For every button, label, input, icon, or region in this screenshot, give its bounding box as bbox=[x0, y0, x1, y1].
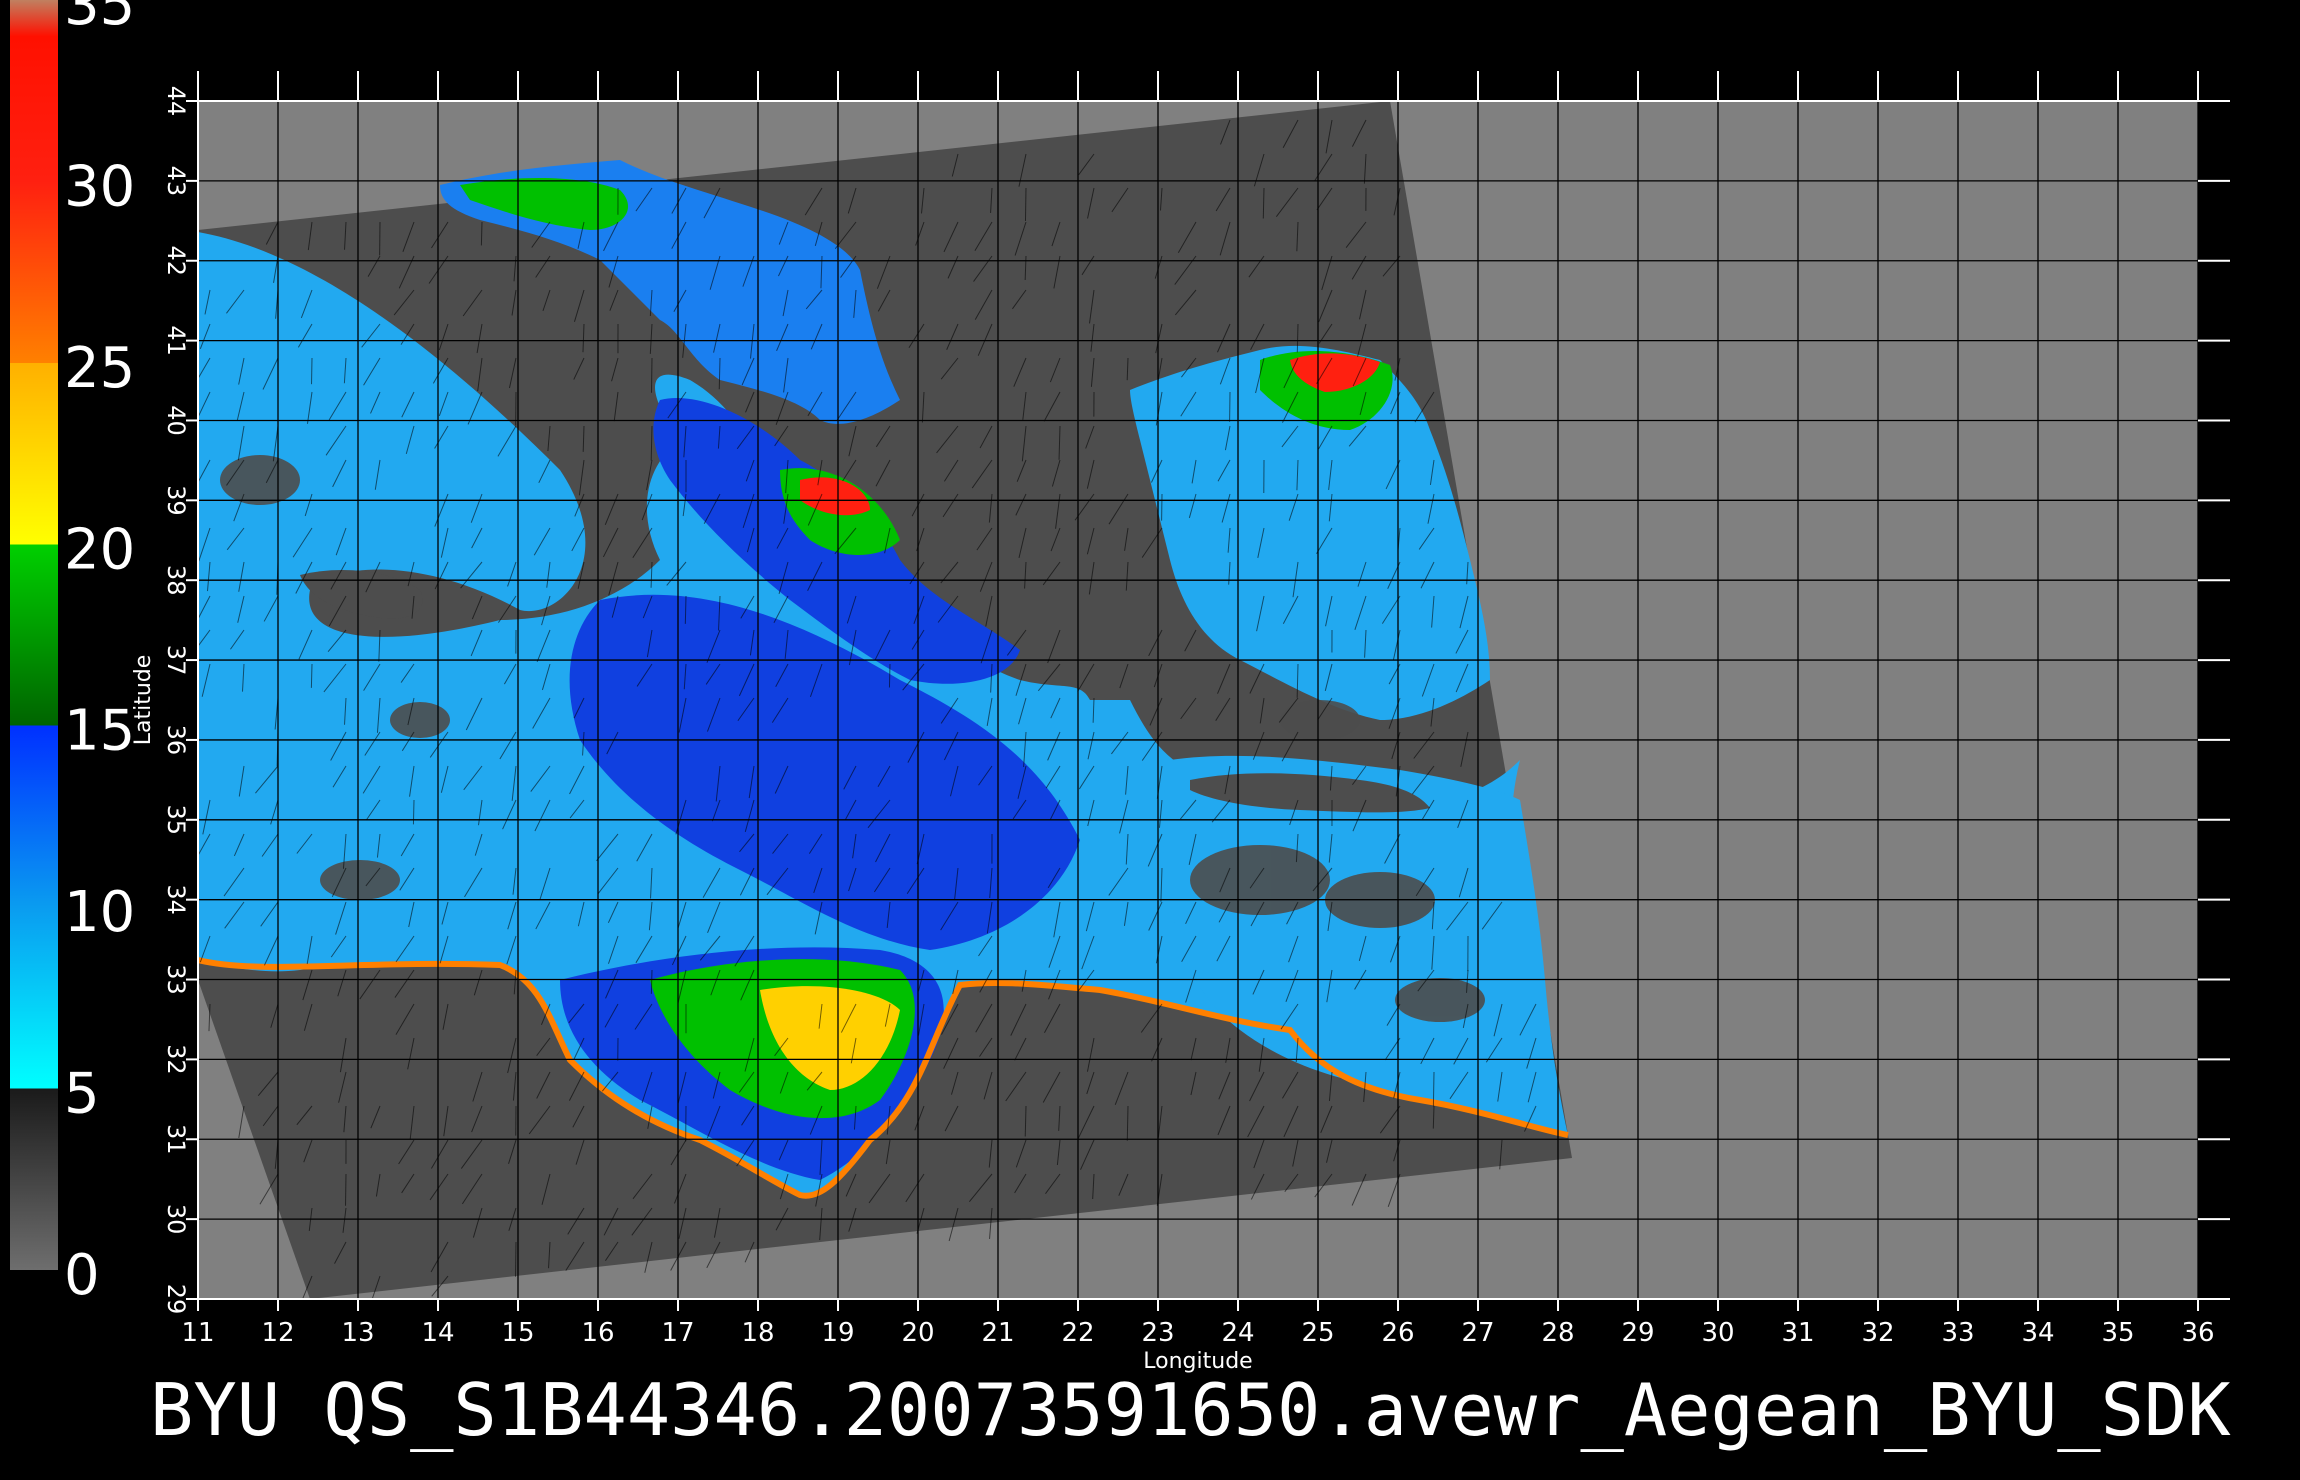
x-tick-label: 32 bbox=[1861, 1318, 1894, 1348]
y-tick-label: 44 bbox=[162, 86, 190, 117]
x-tick-label: 18 bbox=[741, 1318, 774, 1348]
x-tick-label: 11 bbox=[181, 1318, 214, 1348]
y-tick-label: 38 bbox=[162, 565, 190, 596]
x-tick-label: 34 bbox=[2021, 1318, 2054, 1348]
y-tick-label: 30 bbox=[162, 1204, 190, 1235]
x-tick-label: 33 bbox=[1941, 1318, 1974, 1348]
y-tick-label: 42 bbox=[162, 245, 190, 276]
colorbar-ramp bbox=[10, 0, 58, 1270]
x-tick-label: 25 bbox=[1301, 1318, 1334, 1348]
wind-vector-arrow bbox=[310, 663, 313, 688]
wind-vector-arrow bbox=[650, 969, 653, 994]
wind-map-figure: 0 5 10 15 20 25 30 35 11 12 13 14 15 16 17 18 1… bbox=[10, 0, 2231, 1452]
x-tick-label: 24 bbox=[1221, 1318, 1254, 1348]
wind-vector-arrow bbox=[412, 799, 415, 825]
wind-vector-arrow bbox=[480, 221, 483, 246]
x-tick-label: 35 bbox=[2101, 1318, 2134, 1348]
x-tick-label: 14 bbox=[421, 1318, 454, 1348]
x-tick-label: 36 bbox=[2181, 1318, 2214, 1348]
x-tick-label: 12 bbox=[261, 1318, 294, 1348]
colorbar-labels: 0 5 10 15 20 25 30 35 bbox=[64, 0, 135, 1308]
map-plot bbox=[198, 101, 2198, 1299]
x-tick-label: 22 bbox=[1061, 1318, 1094, 1348]
colorbar-label: 35 bbox=[64, 0, 135, 38]
x-tick-label: 21 bbox=[981, 1318, 1014, 1348]
y-tick-label: 29 bbox=[162, 1284, 190, 1315]
y-tick-label: 43 bbox=[162, 166, 190, 197]
colorbar-label: 10 bbox=[64, 880, 135, 945]
y-tick-label: 41 bbox=[162, 325, 190, 356]
wind-vector-arrow bbox=[1296, 323, 1299, 353]
x-tick-label: 16 bbox=[581, 1318, 614, 1348]
wind-vector-arrow bbox=[1432, 1105, 1435, 1129]
y-tick-label: 39 bbox=[162, 485, 190, 516]
y-tick-label: 31 bbox=[162, 1124, 190, 1155]
y-tick-label: 34 bbox=[162, 884, 190, 915]
y-tick-label: 35 bbox=[162, 805, 190, 836]
x-tick-label: 27 bbox=[1461, 1318, 1494, 1348]
y-tick-label: 32 bbox=[162, 1044, 190, 1075]
colorbar-label: 30 bbox=[64, 154, 135, 219]
x-tick-label: 20 bbox=[901, 1318, 934, 1348]
y-tick-label: 37 bbox=[162, 645, 190, 676]
wind-vector-arrow bbox=[888, 663, 891, 688]
x-tick-label: 31 bbox=[1781, 1318, 1814, 1348]
x-tick-label: 28 bbox=[1541, 1318, 1574, 1348]
figure-title: BYU QS_S1B44346.20073591650.avewr_Aegean… bbox=[150, 1368, 2231, 1452]
y-tick-label: 40 bbox=[162, 405, 190, 436]
x-tick-label: 26 bbox=[1381, 1318, 1414, 1348]
wind-vector-arrow bbox=[1432, 1071, 1435, 1107]
x-tick-label: 17 bbox=[661, 1318, 694, 1348]
y-tick-label: 33 bbox=[162, 964, 190, 995]
colorbar-label: 5 bbox=[64, 1062, 100, 1127]
x-tick-label: 29 bbox=[1621, 1318, 1654, 1348]
y-axis-label: Latitude bbox=[131, 655, 156, 746]
x-tick-label: 30 bbox=[1701, 1318, 1734, 1348]
colorbar-label: 15 bbox=[64, 699, 135, 764]
x-tick-label: 13 bbox=[341, 1318, 374, 1348]
x-tick-label: 19 bbox=[821, 1318, 854, 1348]
colorbar-label: 20 bbox=[64, 517, 135, 582]
colorbar-label: 25 bbox=[64, 336, 135, 401]
x-tick-label: 15 bbox=[501, 1318, 534, 1348]
wind-vector-arrow bbox=[684, 595, 687, 624]
colorbar-label: 0 bbox=[64, 1243, 100, 1308]
y-tick-label: 36 bbox=[162, 725, 190, 756]
wind-vector-arrow bbox=[1024, 187, 1027, 221]
colorbar: 0 5 10 15 20 25 30 35 bbox=[10, 0, 135, 1308]
x-tick-label: 23 bbox=[1141, 1318, 1174, 1348]
